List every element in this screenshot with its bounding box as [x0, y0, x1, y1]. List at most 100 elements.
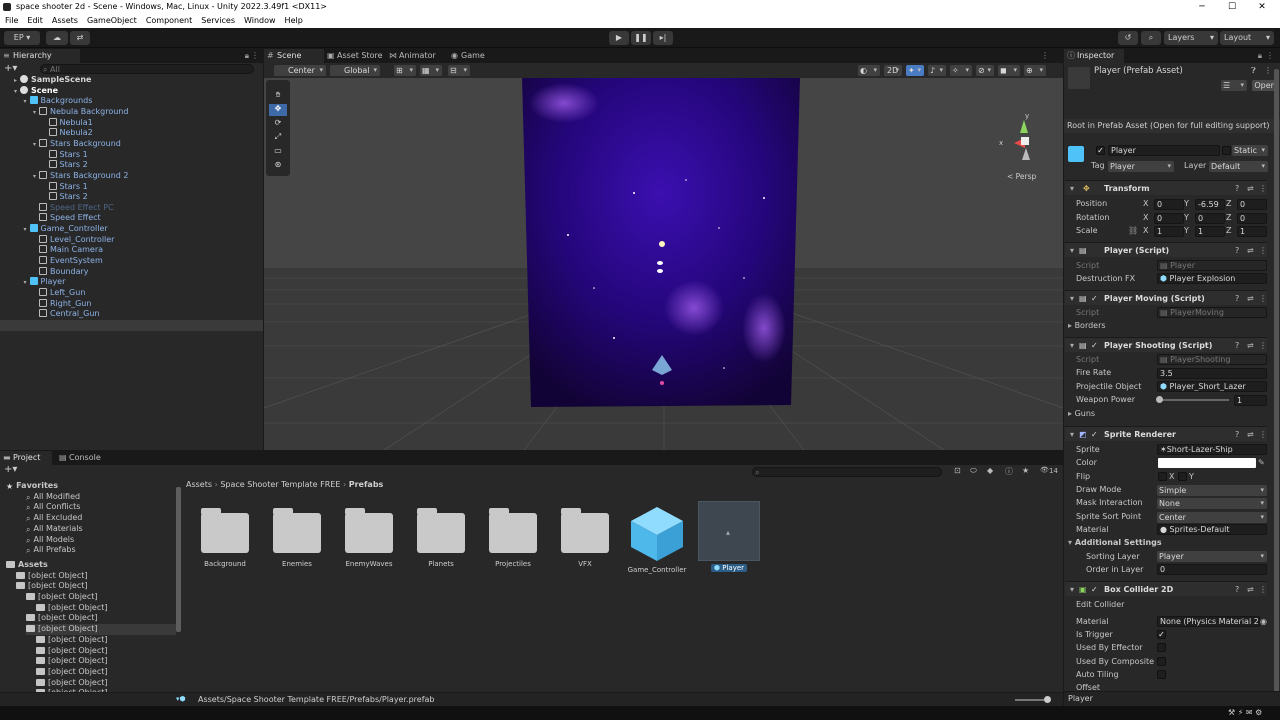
component-menu-icon[interactable]: ⋮	[1259, 582, 1267, 597]
order-in-layer-field[interactable]: 0	[1157, 564, 1267, 575]
scl-x-field[interactable]: 1	[1154, 226, 1184, 237]
breadcrumb-assets[interactable]: Assets	[186, 480, 212, 489]
pivot-dropdown[interactable]: Center	[274, 65, 326, 76]
layer-dropdown[interactable]: Default	[1209, 161, 1268, 172]
filter-type-icon[interactable]: ⊡	[954, 466, 961, 475]
static-checkbox[interactable]	[1222, 146, 1231, 155]
flip-x-checkbox[interactable]	[1158, 472, 1167, 481]
pos-z-field[interactable]: 0	[1237, 199, 1267, 210]
scale-tool-icon[interactable]: ⤢	[269, 132, 287, 144]
rot-z-field[interactable]: 0	[1237, 213, 1267, 224]
preset-icon[interactable]: ⇌	[1247, 181, 1254, 196]
asset-folder-background[interactable]: Background	[190, 503, 260, 568]
slider-thumb[interactable]	[1044, 696, 1051, 703]
tree-folder-item[interactable]: [object Object]	[16, 581, 88, 592]
create-asset-icon[interactable]: +▾	[4, 464, 17, 475]
help-icon[interactable]: ?	[1235, 427, 1239, 442]
space-dropdown[interactable]: Global	[330, 65, 380, 76]
help-icon[interactable]: ❓︎	[1251, 66, 1256, 76]
component-menu-icon[interactable]: ⋮	[1259, 291, 1267, 306]
camera-dropdown[interactable]: ◼	[998, 65, 1020, 76]
borders-foldout[interactable]: ▸ Borders	[1068, 320, 1106, 332]
minimize-button[interactable]: ─	[1188, 0, 1216, 14]
scene-menu-icon[interactable]: ⋮	[1041, 51, 1049, 60]
tree-folder-item[interactable]: ⌕ All Materials	[26, 524, 83, 535]
help-icon[interactable]: ?	[1235, 338, 1239, 353]
flip-y-checkbox[interactable]	[1178, 472, 1187, 481]
asset-folder-enemywaves[interactable]: EnemyWaves	[334, 503, 404, 568]
tree-folder-item[interactable]: [object Object]	[36, 635, 108, 646]
layers-dropdown[interactable]: Layers ▾	[1164, 31, 1218, 45]
slider-thumb[interactable]	[1156, 396, 1163, 403]
lighting-toggle-icon[interactable]: ✦	[906, 65, 924, 76]
draw-mode-dropdown[interactable]: Simple	[1157, 485, 1267, 496]
sprite-sort-point-dropdown[interactable]: Center	[1157, 512, 1267, 523]
breadcrumb-prefabs[interactable]: Prefabs	[349, 480, 384, 489]
maximize-button[interactable]: ☐	[1218, 0, 1246, 14]
menu-window[interactable]: Window	[244, 14, 276, 28]
hierarchy-item[interactable]: ▾ Game_Controller	[24, 224, 108, 235]
tree-scrollbar[interactable]	[176, 487, 181, 632]
menu-help[interactable]: Help	[285, 14, 303, 28]
enabled-checkbox[interactable]: ✓	[1091, 582, 1098, 597]
hierarchy-item[interactable]: ▾ Scene	[14, 85, 58, 97]
audio-toggle-icon[interactable]: ♪	[928, 65, 946, 76]
overrides-dropdown[interactable]: ☰	[1221, 80, 1247, 91]
search-icon[interactable]: ⌕	[1141, 31, 1161, 45]
hierarchy-item[interactable]: ▾ Backgrounds	[24, 96, 92, 107]
lock-icon[interactable]: 🔒︎	[1258, 51, 1262, 61]
player-script-header[interactable]: ▾ ▤ Player (Script)? ⇌ ⋮	[1065, 242, 1267, 257]
gameobject-name-field[interactable]: Player	[1108, 145, 1220, 156]
tag-icon[interactable]: ◆	[987, 466, 993, 475]
help-icon[interactable]: ?	[1235, 181, 1239, 196]
info-icon[interactable]: ⓘ	[1005, 466, 1013, 477]
breadcrumb-template[interactable]: Space Shooter Template FREE	[220, 480, 340, 489]
settings-icon[interactable]: ⋮	[1264, 66, 1272, 75]
inspector-scrollbar-thumb[interactable]	[1274, 69, 1279, 699]
menu-file[interactable]: File	[5, 14, 18, 28]
perspective-label[interactable]: < Persp	[1007, 172, 1037, 181]
asset-folder-enemies[interactable]: Enemies	[262, 503, 332, 568]
tree-folder-item[interactable]: [object Object]	[36, 646, 108, 657]
pos-y-field[interactable]: -6.59	[1195, 199, 1225, 210]
hierarchy-item[interactable]: Central_Gun	[39, 309, 99, 320]
object-picker-icon[interactable]: ◉	[1260, 616, 1267, 628]
hierarchy-item[interactable]: Nebula2	[48, 128, 93, 139]
draw-mode-dropdown[interactable]: ◐	[858, 65, 880, 76]
sprite-field[interactable]: ✶Short-Lazer-Ship	[1157, 444, 1267, 455]
grid-snap-dropdown[interactable]: ⊞	[394, 65, 416, 76]
tree-folder-item[interactable]: [object Object]	[26, 592, 98, 603]
tab-animator[interactable]: ⋈ Animator	[386, 49, 448, 63]
component-menu-icon[interactable]: ⋮	[1259, 427, 1267, 442]
tab-hierarchy[interactable]: ≡ Hierarchy	[0, 49, 80, 63]
collider-material-field[interactable]: None (Physics Material 2D	[1157, 616, 1260, 627]
auto-tiling-checkbox[interactable]	[1157, 670, 1166, 679]
used-by-effector-checkbox[interactable]	[1157, 643, 1166, 652]
asset-folder-planets[interactable]: Planets	[406, 503, 476, 568]
tab-project[interactable]: ▬ Project	[0, 451, 52, 465]
tree-folder-item[interactable]: [object Object]	[26, 624, 176, 635]
tree-folder-item[interactable]: ⌕ All Prefabs	[26, 545, 76, 556]
collab-icon[interactable]: ⇄	[70, 31, 90, 45]
hierarchy-item[interactable]: Left_Gun	[39, 288, 85, 299]
hierarchy-item[interactable]: Right_Gun	[39, 298, 91, 310]
hierarchy-item[interactable]: Speed Effect	[39, 213, 101, 224]
sprite-renderer-header[interactable]: ▾ ◩ ✓ Sprite Renderer? ⇌ ⋮	[1065, 426, 1267, 441]
component-menu-icon[interactable]: ⋮	[1259, 338, 1267, 353]
hierarchy-item[interactable]: Speed Effect PC	[39, 202, 114, 214]
rect-tool-icon[interactable]: ▭	[269, 146, 287, 158]
help-icon[interactable]: ?	[1235, 243, 1239, 258]
guns-foldout[interactable]: ▸ Guns	[1068, 408, 1095, 420]
effects-dropdown[interactable]: ✧	[950, 65, 972, 76]
tree-folder-item[interactable]: ⌕ All Conflicts	[26, 502, 80, 513]
menu-edit[interactable]: Edit	[27, 14, 43, 28]
tab-asset-store[interactable]: ▣ Asset Store	[324, 49, 386, 63]
asset-prefab-player[interactable]: ▴ ⬢ Player	[694, 501, 764, 573]
hierarchy-item[interactable]: Stars 1	[48, 181, 88, 193]
weapon-power-slider[interactable]	[1156, 396, 1229, 403]
is-trigger-checkbox[interactable]: ✓	[1157, 630, 1166, 639]
tab-inspector[interactable]: ⓘ Inspector	[1064, 49, 1124, 63]
add-icon[interactable]: +▾	[4, 63, 17, 74]
rot-x-field[interactable]: 0	[1154, 213, 1184, 224]
hierarchy-item[interactable]: Boundary	[39, 266, 89, 278]
